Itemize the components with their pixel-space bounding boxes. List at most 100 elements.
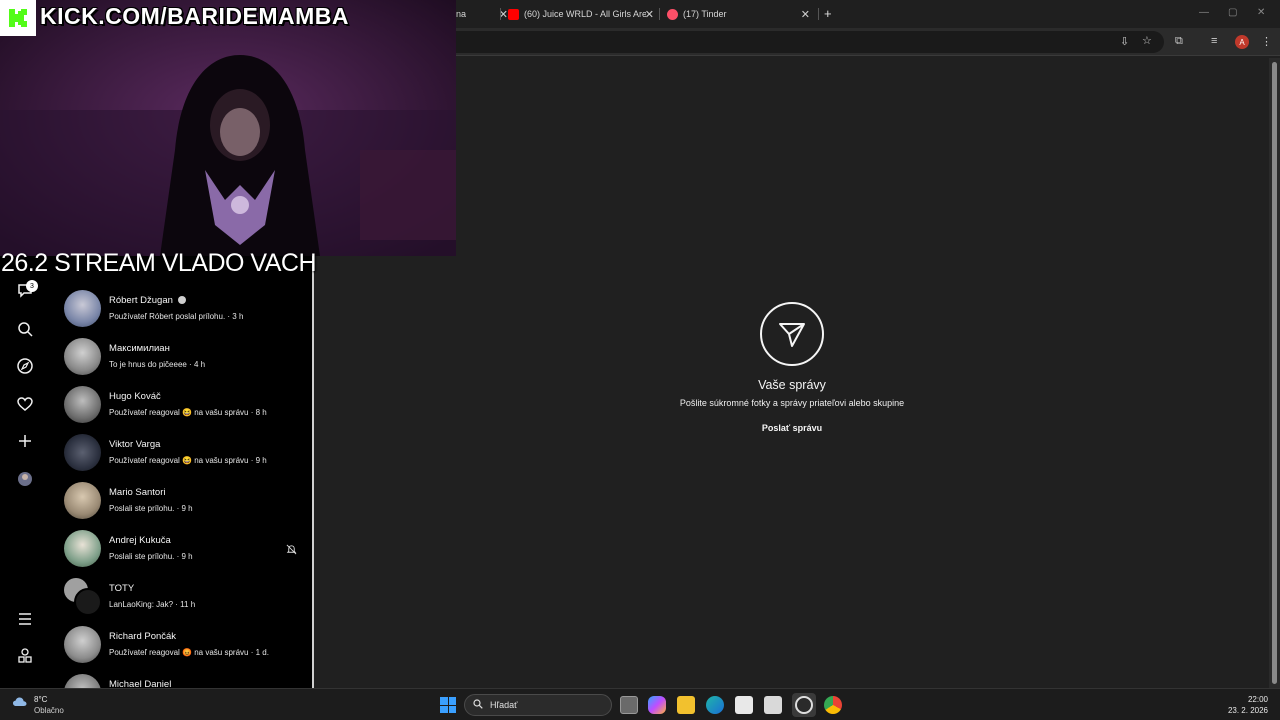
- maximize-icon[interactable]: ▢: [1228, 7, 1237, 18]
- conversation-name-row: Róbert Džugan: [109, 295, 186, 306]
- group-avatar: [64, 578, 102, 616]
- address-bar[interactable]: ⇩ ☆: [456, 31, 1164, 53]
- browser-toolbar: ⇩ ☆ ⧉ ≡ A ⋮: [456, 28, 1280, 56]
- conversation-name: Максимилиан: [109, 343, 170, 354]
- scrollbar-thumb[interactable]: [1272, 62, 1277, 684]
- panel-divider: [312, 256, 314, 688]
- bookmark-star-icon[interactable]: ☆: [1142, 34, 1152, 47]
- conversation-preview: Poslali ste prílohu. · 9 h: [109, 552, 193, 561]
- chrome-icon[interactable]: [824, 696, 842, 714]
- extensions-icon[interactable]: ⧉: [1175, 35, 1183, 48]
- install-app-icon[interactable]: ⇩: [1120, 35, 1129, 48]
- new-tab-button[interactable]: +: [824, 6, 832, 21]
- conversation-row[interactable]: Andrej Kukuča Poslali ste prílohu. · 9 h: [48, 525, 312, 573]
- tab-separator: [818, 8, 819, 20]
- task-view-icon[interactable]: [620, 696, 638, 714]
- avatar: [64, 626, 101, 663]
- conversation-name: Andrej Kukuča: [109, 535, 171, 546]
- tab-separator: [500, 8, 501, 20]
- conversation-row[interactable]: Максимилиан To je hnus do pičeeee · 4 h: [48, 333, 312, 381]
- meta-icon[interactable]: [16, 647, 34, 665]
- tinder-icon: [667, 8, 678, 20]
- search-placeholder: Hľadať: [490, 700, 518, 710]
- clock-time[interactable]: 22:00: [1244, 695, 1268, 704]
- conversation-preview: Používateľ reagoval 😡 na vašu správu · 1…: [109, 648, 269, 657]
- tab-close-icon[interactable]: ✕: [801, 8, 810, 21]
- profile-icon[interactable]: [16, 470, 34, 488]
- conversation-preview: LanLaoKing: Jak? · 11 h: [109, 600, 196, 609]
- conversation-list: Róbert Džugan Používateľ Róbert poslal p…: [48, 256, 313, 688]
- tab-tinder[interactable]: (17) Tinder ✕: [667, 2, 810, 26]
- conversation-row[interactable]: Richard Pončák Používateľ reagoval 😡 na …: [48, 621, 312, 669]
- tab-strip: na ✕ (60) Juice WRLD - All Girls Are T ✕…: [456, 0, 1280, 28]
- media-controls-icon[interactable]: ≡: [1211, 35, 1217, 47]
- tab-title: (17) Tinder: [683, 9, 727, 19]
- avatar: [74, 588, 102, 616]
- avatar: [64, 674, 101, 688]
- conversation-row[interactable]: Róbert Džugan Používateľ Róbert poslal p…: [48, 285, 312, 333]
- menu-dots-icon[interactable]: ⋮: [1261, 35, 1272, 48]
- kick-logo-icon: [0, 0, 36, 36]
- screen: na ✕ (60) Juice WRLD - All Girls Are T ✕…: [0, 0, 1280, 720]
- conversation-preview: Používateľ Róbert poslal prílohu. · 3 h: [109, 312, 244, 321]
- minimize-icon[interactable]: —: [1199, 7, 1209, 18]
- taskbar: 8°C Oblačno Hľadať 22:00 23. 2. 2026: [0, 688, 1280, 720]
- send-message-button[interactable]: Poslať správu: [762, 423, 822, 433]
- edge-icon[interactable]: [706, 696, 724, 714]
- conversation-preview: Používateľ reagoval 😆 na vašu správu · 9…: [109, 456, 267, 465]
- heart-icon[interactable]: [16, 395, 34, 413]
- channel-url: KICK.COM/BARIDEMAMBA: [40, 3, 349, 29]
- send-icon: [760, 302, 824, 366]
- avatar: [64, 386, 101, 423]
- conversation-name: Róbert Džugan: [109, 295, 173, 306]
- weather-cloud-icon[interactable]: [12, 694, 28, 710]
- conversation-row[interactable]: Viktor Varga Používateľ reagoval 😆 na va…: [48, 429, 312, 477]
- avatar: [64, 290, 101, 327]
- conversation-name: TOTY: [109, 583, 135, 594]
- conversation-preview: Používateľ reagoval 😆 na vašu správu · 8…: [109, 408, 267, 417]
- close-window-icon[interactable]: ✕: [1257, 7, 1265, 18]
- create-icon[interactable]: [16, 432, 34, 450]
- conversation-row[interactable]: Mario Santori Poslali ste prílohu. · 9 h: [48, 477, 312, 525]
- weather-temperature[interactable]: 8°C: [34, 695, 47, 704]
- file-explorer-icon[interactable]: [677, 696, 695, 714]
- search-icon: [473, 699, 483, 712]
- windows-start-icon[interactable]: [440, 697, 456, 713]
- conversation-name: Hugo Kováč: [109, 391, 161, 402]
- avatar: [64, 434, 101, 471]
- conversation-row[interactable]: Michael Daniel: [48, 669, 312, 688]
- avatar: [64, 530, 101, 567]
- conversation-row[interactable]: TOTY LanLaoKing: Jak? · 11 h: [48, 573, 312, 621]
- youtube-icon: [508, 8, 519, 20]
- stream-title: 26.2 STREAM VLADO VACH: [1, 249, 317, 277]
- tab-separator: [659, 8, 660, 20]
- obs-icon[interactable]: [795, 696, 813, 714]
- avatar: [64, 482, 101, 519]
- tab-youtube[interactable]: (60) Juice WRLD - All Girls Are T ✕: [508, 2, 654, 26]
- weather-description[interactable]: Oblačno: [34, 706, 64, 715]
- conversation-preview: To je hnus do pičeeee · 4 h: [109, 360, 206, 369]
- tab-close-icon[interactable]: ✕: [645, 8, 654, 21]
- webcam-feed: [0, 0, 456, 256]
- taskbar-search[interactable]: Hľadať: [464, 694, 612, 716]
- conversation-name: Michael Daniel: [109, 679, 172, 688]
- search-icon[interactable]: [16, 320, 34, 338]
- explore-icon[interactable]: [16, 357, 34, 375]
- webcam-overlay: KICK.COM/BARIDEMAMBA: [0, 0, 456, 256]
- copilot-icon[interactable]: [648, 696, 666, 714]
- tab-partial[interactable]: na ✕: [456, 2, 508, 26]
- empty-state-subtitle: Pošlite súkromné fotky a správy priateľo…: [679, 398, 905, 408]
- conversation-row[interactable]: Hugo Kováč Používateľ reagoval 😆 na vašu…: [48, 381, 312, 429]
- conversation-name: Viktor Varga: [109, 439, 161, 450]
- menu-icon[interactable]: [16, 610, 34, 628]
- clock-date[interactable]: 23. 2. 2026: [1222, 706, 1268, 715]
- outlook-icon[interactable]: [764, 696, 782, 714]
- conversation-name: Richard Pončák: [109, 631, 177, 642]
- tab-title: na: [456, 9, 467, 19]
- conversation-preview: Poslali ste prílohu. · 9 h: [109, 504, 193, 513]
- empty-state-title: Vaše správy: [758, 378, 826, 392]
- messages-empty-state: Vaše správy Pošlite súkromné fotky a spr…: [620, 302, 964, 436]
- verified-badge-icon: [177, 296, 186, 305]
- profile-avatar[interactable]: A: [1235, 35, 1249, 49]
- store-icon[interactable]: [735, 696, 753, 714]
